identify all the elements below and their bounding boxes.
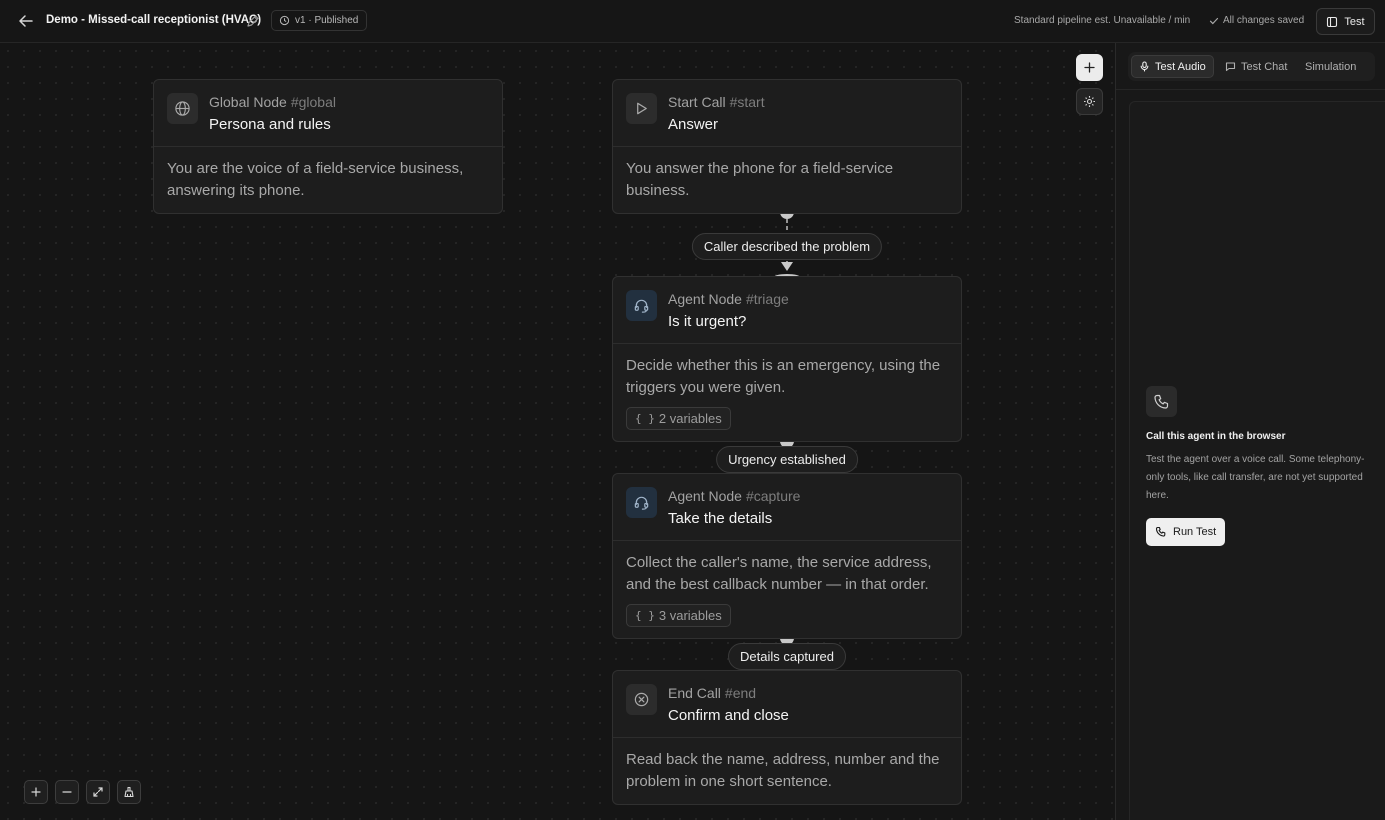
- tab-label: Test Audio: [1155, 60, 1206, 73]
- call-description: Test the agent over a voice call. Some t…: [1146, 454, 1365, 501]
- run-test-label: Run Test: [1173, 526, 1217, 538]
- node-type: Start Call #start: [668, 94, 765, 110]
- phone-icon: [1155, 526, 1166, 537]
- node-title: Answer: [668, 116, 719, 133]
- node-triage[interactable]: Agent Node #triage Is it urgent? Decide w…: [612, 276, 962, 442]
- globe-icon: [167, 93, 198, 124]
- node-header: End Call #end Confirm and close: [613, 671, 961, 738]
- test-panel: Test Audio Test Chat Simulation Call thi…: [1115, 43, 1385, 820]
- braces-icon: { }: [635, 411, 655, 425]
- pencil-icon[interactable]: [246, 14, 260, 28]
- agent-title: Demo - Missed-call receptionist (HVAC): [46, 14, 262, 26]
- node-title: Is it urgent?: [668, 313, 747, 330]
- node-header: Agent Node #capture Take the details: [613, 474, 961, 541]
- node-header: Start Call #start Answer: [613, 80, 961, 147]
- zoom-out-button[interactable]: [55, 780, 79, 804]
- save-status-label: All changes saved: [1223, 15, 1305, 26]
- node-tag: #triage: [745, 291, 789, 307]
- test-tabs: Test Audio Test Chat Simulation: [1128, 52, 1375, 81]
- plus-icon: [1084, 62, 1095, 73]
- node-header: Agent Node #triage Is it urgent?: [613, 277, 961, 344]
- node-tag: #global: [290, 94, 336, 110]
- plus-icon: [31, 787, 41, 797]
- node-body: Decide whether this is an emergency, usi…: [613, 344, 961, 441]
- node-tag: #start: [729, 94, 765, 110]
- check-icon: [1209, 17, 1219, 24]
- node-prompt: Collect the caller's name, the service a…: [626, 554, 932, 593]
- top-bar: Demo - Missed-call receptionist (HVAC) v…: [0, 0, 1385, 43]
- variables-count: 2 variables: [658, 410, 722, 426]
- chat-icon: [1225, 62, 1236, 72]
- flow-canvas[interactable]: Global Node #global Persona and rules You…: [0, 43, 1115, 820]
- phone-icon: [1146, 386, 1177, 417]
- tab-test-audio[interactable]: Test Audio: [1131, 55, 1214, 78]
- x-circle-icon: [626, 684, 657, 715]
- node-global[interactable]: Global Node #global Persona and rules You…: [153, 79, 503, 214]
- minus-icon: [62, 791, 72, 793]
- tab-test-chat[interactable]: Test Chat: [1218, 55, 1294, 78]
- headset-icon: [626, 487, 657, 518]
- panel-icon: [1327, 16, 1338, 27]
- arrow-left-icon[interactable]: [17, 12, 35, 30]
- gear-icon: [1084, 96, 1095, 107]
- node-prompt: Decide whether this is an emergency, usi…: [626, 357, 941, 396]
- version-badge[interactable]: v1 · Published: [271, 10, 368, 31]
- version-label: v1 · Published: [295, 15, 359, 26]
- node-title: Persona and rules: [209, 116, 331, 133]
- node-prompt: You answer the phone for a field-service…: [626, 160, 894, 199]
- node-end[interactable]: End Call #end Confirm and close Read back…: [612, 670, 962, 805]
- tab-simulation[interactable]: Simulation: [1298, 55, 1363, 78]
- zoom-in-button[interactable]: [24, 780, 48, 804]
- node-start[interactable]: Start Call #start Answer You answer the p…: [612, 79, 962, 214]
- headset-icon: [626, 290, 657, 321]
- node-title: Confirm and close: [668, 707, 789, 724]
- edge-label[interactable]: Caller described the problem: [691, 233, 883, 260]
- node-prompt: Read back the name, address, number and …: [626, 751, 940, 790]
- play-icon: [626, 93, 657, 124]
- fit-view-button[interactable]: [86, 780, 110, 804]
- node-title: Take the details: [668, 510, 773, 527]
- node-tag: #capture: [745, 488, 801, 504]
- braces-icon: { }: [635, 608, 655, 622]
- test-button-label: Test: [1344, 15, 1365, 28]
- tab-label: Simulation: [1305, 60, 1357, 73]
- divider: [1116, 89, 1385, 90]
- canvas-settings-button[interactable]: [1076, 88, 1103, 115]
- node-type: Agent Node #triage: [668, 291, 789, 307]
- tab-label: Test Chat: [1241, 60, 1288, 73]
- node-body: Collect the caller's name, the service a…: [613, 541, 961, 638]
- edge-arrow: [781, 262, 793, 271]
- variables-count: 3 variables: [658, 607, 722, 623]
- call-title: Call this agent in the browser: [1146, 431, 1286, 442]
- save-status: All changes saved: [1209, 15, 1304, 26]
- variables-chip[interactable]: { } 3 variables: [626, 604, 731, 627]
- node-capture[interactable]: Agent Node #capture Take the details Coll…: [612, 473, 962, 639]
- mic-icon: [1140, 61, 1149, 72]
- call-test-area: Call this agent in the browser Test the …: [1129, 101, 1385, 820]
- node-type: Global Node #global: [209, 94, 336, 110]
- run-test-button[interactable]: Run Test: [1146, 518, 1226, 546]
- broom-icon: [124, 786, 134, 798]
- node-tag: #end: [724, 685, 757, 701]
- history-icon: [279, 15, 290, 26]
- edge-label[interactable]: Urgency established: [716, 446, 858, 473]
- expand-icon: [93, 787, 103, 797]
- node-type: Agent Node #capture: [668, 488, 801, 504]
- node-prompt: You are the voice of a field-service bus…: [167, 160, 464, 199]
- tidy-layout-button[interactable]: [117, 780, 141, 804]
- test-panel-toggle-button[interactable]: Test: [1316, 8, 1375, 35]
- pipeline-estimate: Standard pipeline est. Unavailable / min: [1014, 15, 1191, 26]
- edge-label[interactable]: Details captured: [728, 643, 846, 670]
- node-type: End Call #end: [668, 685, 757, 701]
- add-node-button[interactable]: [1076, 54, 1103, 81]
- node-header: Global Node #global Persona and rules: [154, 80, 502, 147]
- variables-chip[interactable]: { } 2 variables: [626, 407, 731, 430]
